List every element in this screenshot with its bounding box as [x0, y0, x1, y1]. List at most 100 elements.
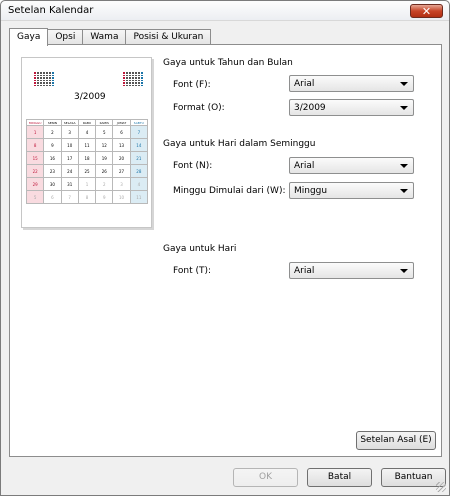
thumbnail-dot [129, 77, 131, 79]
thumbnail-dot [43, 79, 45, 81]
thumbnail-dot [132, 84, 134, 86]
thumbnail-dot [135, 72, 137, 74]
thumbnail-dot [46, 79, 48, 81]
thumbnail-dot [40, 74, 42, 76]
tab-wama[interactable]: Wama [82, 29, 127, 45]
chevron-down-icon [400, 164, 408, 168]
day-cell: 9 [43, 138, 62, 152]
preview-calendar-grid: MINGGU SENIN SELASA RABU KAMIS JUMAT SABTU 1 2 3 4… [25, 119, 149, 204]
cancel-button[interactable]: Batal [307, 468, 372, 487]
next-month-thumbnail [123, 69, 145, 87]
ok-button[interactable]: OK [233, 468, 298, 487]
tab-opsi[interactable]: Opsi [47, 29, 84, 45]
thumbnail-dot [43, 72, 45, 74]
thumbnail-dot [46, 77, 48, 79]
year-month-font-select[interactable]: Arial [289, 75, 414, 92]
thumbnail-dot [141, 72, 143, 74]
day-cell: 7 [60, 190, 79, 204]
day-cell: 5 [25, 190, 45, 204]
thumbnail-dot [126, 72, 128, 74]
day-cell: 21 [129, 151, 149, 165]
day-cell: 1 [77, 177, 97, 191]
thumbnail-dot [138, 82, 140, 84]
format-label: Format (O): [173, 103, 225, 113]
day-font-select[interactable]: Arial [289, 262, 414, 279]
thumbnail-dot [37, 74, 39, 76]
tab-posisi-ukuran[interactable]: Posisi & Ukuran [125, 29, 212, 45]
day-cell: 11 [129, 190, 149, 204]
close-icon: ✕ [421, 4, 432, 18]
week-start-label: Minggu Dimulai dari (W): [173, 186, 286, 196]
thumbnail-dot [52, 82, 54, 84]
day-font-label: Font (T): [173, 266, 212, 276]
preview-month-title: 3/2009 [74, 92, 106, 102]
day-cell: 2 [95, 177, 114, 191]
thumbnail-dot [49, 72, 51, 74]
thumbnail-dot [34, 79, 36, 81]
day-cell: 4 [129, 177, 149, 191]
day-cell: 25 [77, 164, 97, 178]
thumbnail-dot [46, 72, 48, 74]
calendar-preview: 3/2009 MINGGU SENIN SELASA RABU KAMIS JUMAT SA… [21, 57, 152, 228]
day-cell: 3 [60, 125, 79, 139]
thumbnail-dot [129, 79, 131, 81]
thumbnail-dot [141, 77, 143, 79]
format-select[interactable]: 3/2009 [289, 99, 414, 116]
thumbnail-dot [52, 77, 54, 79]
thumbnail-dot [135, 84, 137, 86]
window-title: Setelan Kalendar [8, 5, 94, 16]
chevron-down-icon [400, 269, 408, 273]
thumbnail-dot [37, 79, 39, 81]
thumbnail-dot [135, 79, 137, 81]
thumbnail-dot [34, 82, 36, 84]
tab-strip: Gaya Opsi Wama Posisi & Ukuran [9, 28, 212, 46]
day-cell: 29 [25, 177, 45, 191]
week-start-select[interactable]: Minggu [289, 182, 414, 199]
thumbnail-dot [129, 82, 131, 84]
day-cell: 20 [112, 151, 131, 165]
section-divider [155, 236, 434, 237]
thumbnail-dot [132, 82, 134, 84]
thumbnail-dot [49, 74, 51, 76]
thumbnail-dot [40, 72, 42, 74]
thumbnail-dot [129, 72, 131, 74]
thumbnail-dot [40, 77, 42, 79]
day-cell: 6 [43, 190, 62, 204]
thumbnail-dot [49, 79, 51, 81]
settings-dialog: Setelan Kalendar ✕ Gaya Opsi Wama Posisi… [0, 0, 450, 496]
thumbnail-dot [141, 74, 143, 76]
thumbnail-dot [129, 74, 131, 76]
day-cell: 4 [77, 125, 97, 139]
thumbnail-dot [49, 84, 51, 86]
thumbnail-dot [49, 82, 51, 84]
day-cell: 14 [129, 138, 149, 152]
thumbnail-dot [34, 77, 36, 79]
close-button[interactable]: ✕ [410, 4, 443, 18]
thumbnail-dot [43, 77, 45, 79]
thumbnail-dot [40, 79, 42, 81]
thumbnail-dot [129, 84, 131, 86]
thumbnail-dot [123, 72, 125, 74]
day-cell: 9 [95, 190, 114, 204]
day-cell: 28 [129, 164, 149, 178]
week-start-value: Minggu [294, 186, 328, 196]
thumbnail-dot [135, 82, 137, 84]
thumbnail-dot [46, 82, 48, 84]
day-cell: 3 [112, 177, 131, 191]
restore-defaults-button[interactable]: Setelan Asal (E) [356, 431, 436, 450]
thumbnail-dot [43, 82, 45, 84]
thumbnail-dot [132, 74, 134, 76]
thumbnail-dot [37, 72, 39, 74]
day-cell: 8 [25, 138, 45, 152]
day-section-title: Gaya untuk Hari [163, 244, 237, 254]
tab-gaya[interactable]: Gaya [9, 28, 49, 46]
thumbnail-dot [123, 82, 125, 84]
day-cell: 1 [25, 125, 45, 139]
resize-grip-icon[interactable] [436, 482, 446, 492]
day-cell: 12 [95, 138, 114, 152]
thumbnail-dot [141, 82, 143, 84]
section-divider [155, 128, 434, 129]
thumbnail-dot [126, 77, 128, 79]
weekday-font-select[interactable]: Arial [289, 157, 414, 174]
chevron-down-icon [400, 82, 408, 86]
